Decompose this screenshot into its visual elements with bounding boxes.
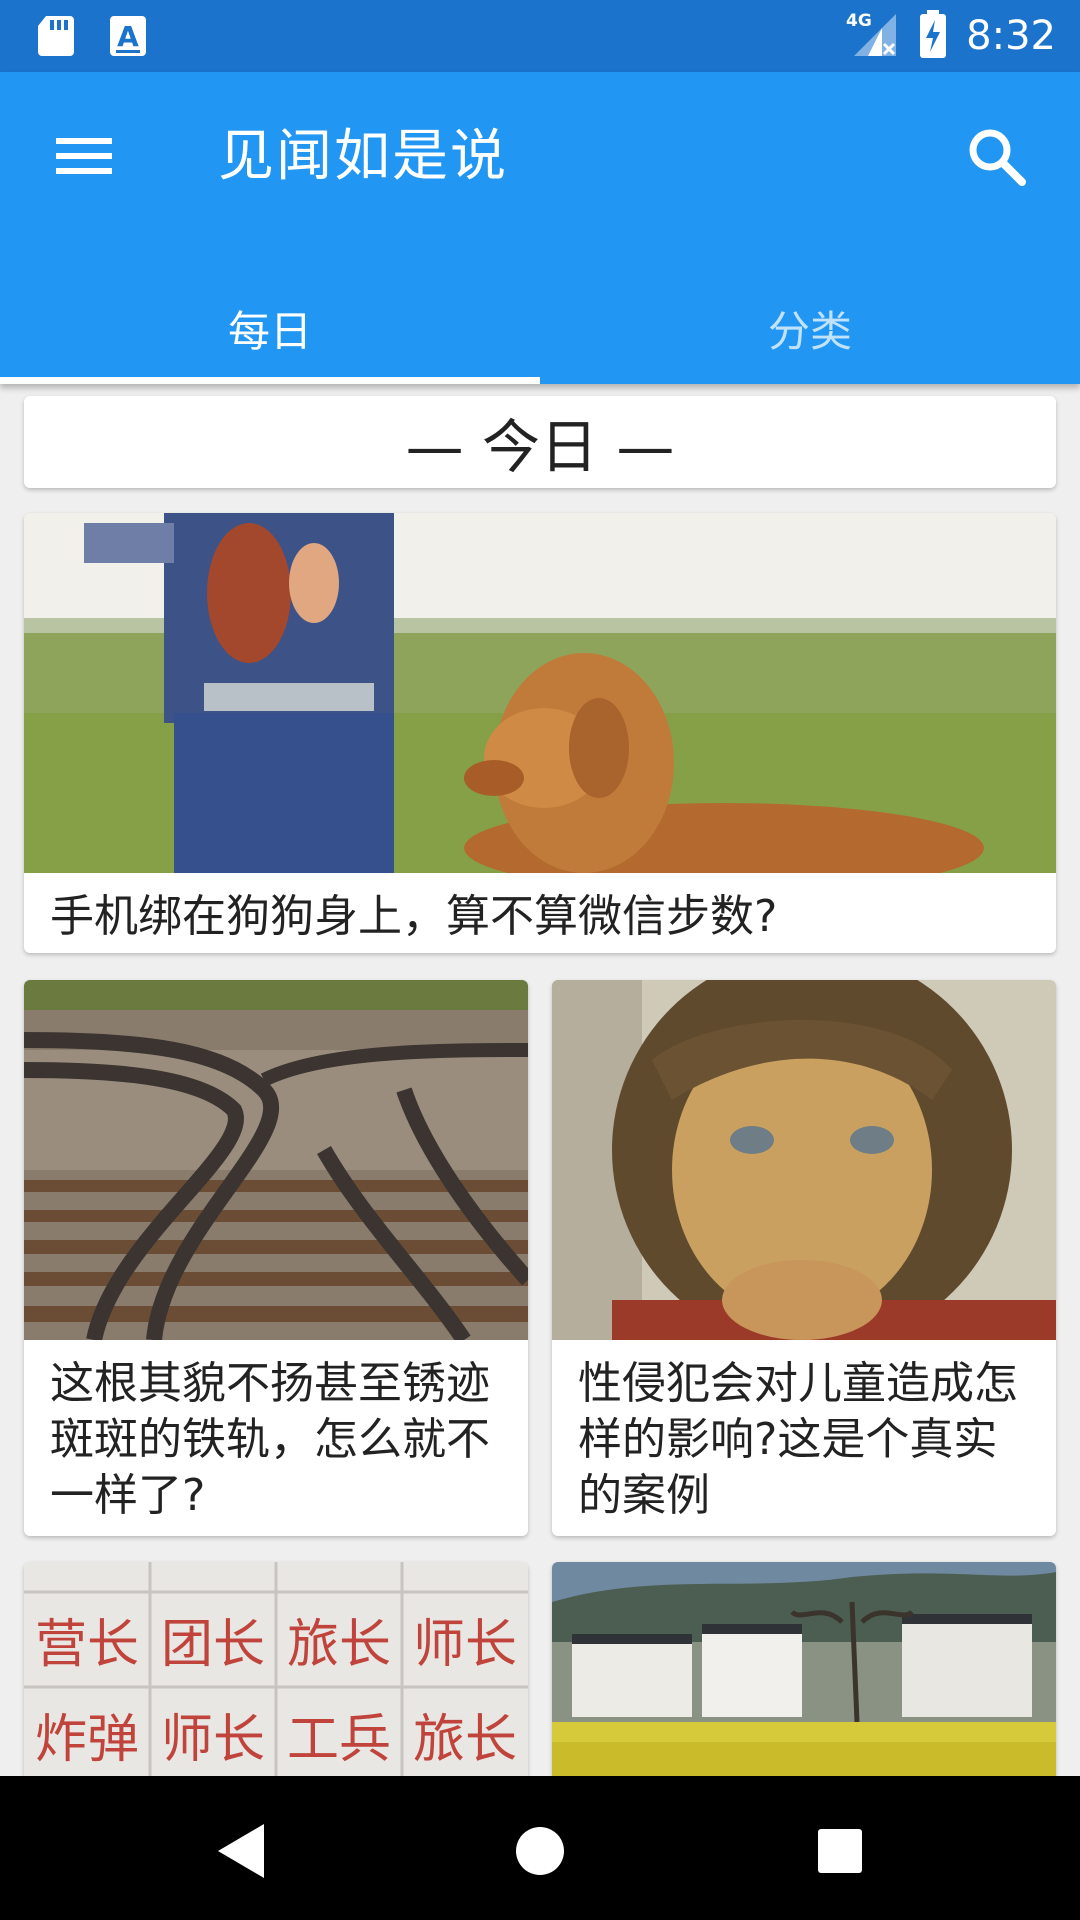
home-button[interactable] <box>495 1806 585 1896</box>
article-card-village[interactable] <box>552 1562 1056 1776</box>
article-card-dog[interactable]: 手机绑在狗狗身上，算不算微信步数? <box>24 513 1056 953</box>
menu-button[interactable] <box>40 112 128 200</box>
article-image-tiles: 营长 团长 旅长 师长 炸弹 师长 工兵 旅长 <box>24 1562 528 1776</box>
status-bar: A 4G 8:32 <box>0 0 1080 72</box>
back-button[interactable] <box>196 1806 286 1896</box>
tile-text: 旅长 <box>287 1615 391 1675</box>
search-icon <box>952 129 1040 204</box>
svg-text:A: A <box>117 20 139 53</box>
tile-text: 师长 <box>161 1710 265 1770</box>
article-card-railway[interactable]: 这根其貌不扬甚至锈迹斑斑的铁轨，怎么就不一样了? <box>24 980 528 1536</box>
article-image-child <box>552 980 1056 1340</box>
tile-text: 炸弹 <box>35 1710 139 1770</box>
article-title: 这根其貌不扬甚至锈迹斑斑的铁轨，怎么就不一样了? <box>50 1358 490 1521</box>
article-image-railway <box>24 980 528 1340</box>
tab-categories[interactable]: 分类 <box>540 272 1080 384</box>
tile-text: 旅长 <box>413 1710 517 1770</box>
battery-charging-icon <box>918 8 948 64</box>
article-card-tiles[interactable]: 营长 团长 旅长 师长 炸弹 师长 工兵 旅长 <box>24 1562 528 1776</box>
feed[interactable]: — 今日 — 手机绑在狗狗身上，算不算微信步数? 这根其貌不扬甚至锈迹斑斑的铁轨… <box>0 384 1080 1776</box>
network-label: 4G <box>846 11 872 31</box>
navigation-bar <box>0 1776 1080 1920</box>
section-header-today: — 今日 — <box>24 396 1056 488</box>
app-title: 见闻如是说 <box>218 124 508 189</box>
back-triangle-icon <box>196 1824 286 1900</box>
recents-square-icon <box>795 1829 885 1900</box>
tile-text: 团长 <box>161 1615 265 1675</box>
clock: 8:32 <box>966 13 1056 59</box>
app-bar: 见闻如是说 每日 分类 <box>0 72 1080 384</box>
tab-bar: 每日 分类 <box>0 272 1080 384</box>
search-button[interactable] <box>952 112 1040 200</box>
article-card-child[interactable]: 性侵犯会对儿童造成怎样的影响?这是个真实的案例 <box>552 980 1056 1536</box>
tab-indicator <box>0 377 540 384</box>
signal-4g-icon: 4G <box>844 8 900 64</box>
tab-daily[interactable]: 每日 <box>0 272 540 384</box>
article-image-village <box>552 1562 1056 1776</box>
text-a-icon: A <box>108 14 148 62</box>
home-circle-icon <box>495 1827 585 1900</box>
tile-text: 工兵 <box>287 1710 391 1770</box>
article-title: 手机绑在狗狗身上，算不算微信步数? <box>50 891 778 942</box>
hamburger-menu-icon <box>40 138 128 204</box>
tile-text: 师长 <box>413 1615 517 1675</box>
recents-button[interactable] <box>795 1806 885 1896</box>
article-image-dog <box>24 513 1056 873</box>
sd-card-icon <box>36 14 76 62</box>
tile-text: 营长 <box>35 1615 139 1675</box>
article-title: 性侵犯会对儿童造成怎样的影响?这是个真实的案例 <box>578 1358 1018 1521</box>
